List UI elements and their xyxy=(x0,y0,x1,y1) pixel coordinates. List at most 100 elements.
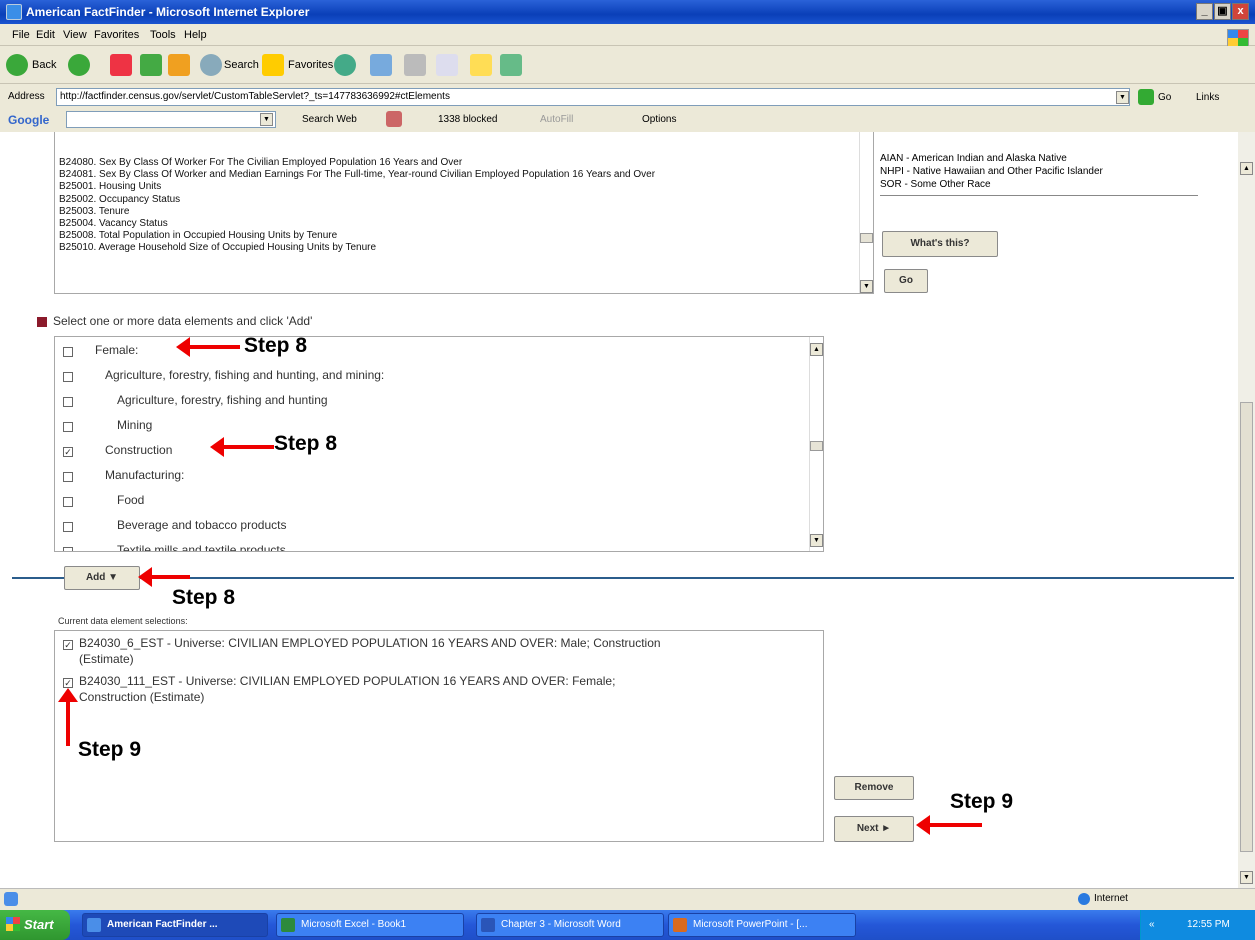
links-button[interactable]: Links xyxy=(1196,92,1219,103)
scroll-thumb[interactable] xyxy=(860,233,873,243)
search-button[interactable]: Search xyxy=(224,59,259,71)
taskbar-item-excel[interactable]: Microsoft Excel - Book1 xyxy=(276,913,464,937)
selection-item[interactable]: B24030_6_EST - Universe: CIVILIAN EMPLOY… xyxy=(55,635,815,667)
element-row-agriculture[interactable]: Agriculture, forestry, fishing and hunti… xyxy=(55,391,795,416)
go-button[interactable]: Go xyxy=(884,269,928,293)
selection-checkbox[interactable] xyxy=(63,640,73,650)
minimize-button[interactable]: _ xyxy=(1196,3,1213,20)
element-row-female[interactable]: Female: xyxy=(55,341,795,366)
menu-edit[interactable]: Edit xyxy=(36,29,55,41)
scroll-up-icon[interactable]: ▲ xyxy=(810,343,823,356)
menu-tools[interactable]: Tools xyxy=(150,29,176,41)
element-row-food[interactable]: Food xyxy=(55,491,795,516)
element-row-beverage[interactable]: Beverage and tobacco products xyxy=(55,516,795,541)
construction-checkbox[interactable] xyxy=(63,447,73,457)
back-arrow-icon[interactable] xyxy=(6,54,28,76)
home-icon[interactable] xyxy=(168,54,190,76)
word-icon xyxy=(481,918,495,932)
refresh-icon[interactable] xyxy=(140,54,162,76)
close-button[interactable]: x xyxy=(1232,3,1249,20)
element-label: Mining xyxy=(117,418,153,432)
element-checkbox[interactable] xyxy=(63,522,73,532)
scroll-up-icon[interactable]: ▲ xyxy=(1240,162,1253,175)
scroll-down-icon[interactable]: ▼ xyxy=(860,280,873,293)
menu-help[interactable]: Help xyxy=(184,29,207,41)
address-go-button[interactable]: Go xyxy=(1158,92,1171,103)
whats-this-button[interactable]: What's this? xyxy=(882,231,998,257)
element-label: Textile mills and textile products xyxy=(117,543,286,552)
back-button[interactable]: Back xyxy=(32,59,56,71)
search-icon[interactable] xyxy=(200,54,222,76)
taskbar-item-word[interactable]: Chapter 3 - Microsoft Word xyxy=(476,913,664,937)
favorites-button[interactable]: Favorites xyxy=(288,59,333,71)
google-search-input[interactable] xyxy=(66,111,276,128)
step9-label: Step 9 xyxy=(78,738,142,761)
scroll-down-icon[interactable]: ▼ xyxy=(810,534,823,547)
folder-icon[interactable] xyxy=(470,54,492,76)
google-search-web-button[interactable]: Search Web xyxy=(302,114,357,125)
taskbar-item-factfinder[interactable]: American FactFinder ... xyxy=(82,913,268,937)
menu-file[interactable]: File xyxy=(12,29,30,41)
google-dropdown-icon[interactable]: ▼ xyxy=(260,113,273,126)
tables-listbox[interactable]: B24080. Sex By Class Of Worker For The C… xyxy=(54,132,874,294)
element-checkbox[interactable] xyxy=(63,372,73,382)
autofill-button[interactable]: AutoFill xyxy=(540,114,573,125)
address-input[interactable]: http://factfinder.census.gov/servlet/Cus… xyxy=(56,88,1130,106)
history-icon[interactable] xyxy=(334,54,356,76)
list-item[interactable]: B25008. Total Population in Occupied Hou… xyxy=(59,230,873,242)
list-item[interactable]: B25003. Tenure xyxy=(59,206,873,218)
element-row-manufacturing[interactable]: Manufacturing: xyxy=(55,466,795,491)
google-options-button[interactable]: Options xyxy=(642,114,676,125)
list-item[interactable]: B25002. Occupancy Status xyxy=(59,194,873,206)
female-checkbox[interactable] xyxy=(63,347,73,357)
window-titlebar[interactable]: American FactFinder - Microsoft Internet… xyxy=(0,0,1255,24)
element-row-agriculture-mining[interactable]: Agriculture, forestry, fishing and hunti… xyxy=(55,366,795,391)
mail-icon[interactable] xyxy=(370,54,392,76)
scroll-thumb[interactable] xyxy=(1240,402,1253,852)
selection-checkbox[interactable] xyxy=(63,678,73,688)
element-checkbox[interactable] xyxy=(63,397,73,407)
add-button[interactable]: Add ▼ xyxy=(64,566,140,590)
list-item[interactable]: B25001. Housing Units xyxy=(59,181,873,193)
list-item[interactable]: B24080. Sex By Class Of Worker For The C… xyxy=(59,157,873,169)
next-button[interactable]: Next ► xyxy=(834,816,914,842)
list-item[interactable]: B25004. Vacancy Status xyxy=(59,218,873,230)
favorites-star-icon[interactable] xyxy=(262,54,284,76)
taskbar-item-powerpoint[interactable]: Microsoft PowerPoint - [... xyxy=(668,913,856,937)
element-checkbox[interactable] xyxy=(63,472,73,482)
element-row-textile[interactable]: Textile mills and textile products xyxy=(55,541,795,552)
edit-icon[interactable] xyxy=(436,54,458,76)
start-button[interactable]: Start xyxy=(0,910,70,940)
element-checkbox[interactable] xyxy=(63,422,73,432)
remove-button[interactable]: Remove xyxy=(834,776,914,800)
taskbar-label: Microsoft Excel - Book1 xyxy=(301,919,407,930)
messenger-icon[interactable] xyxy=(500,54,522,76)
forward-arrow-icon[interactable] xyxy=(68,54,90,76)
taskbar: Start American FactFinder ... Microsoft … xyxy=(0,910,1255,940)
scroll-thumb[interactable] xyxy=(810,441,823,451)
element-checkbox[interactable] xyxy=(63,497,73,507)
restore-button[interactable]: ▣ xyxy=(1214,3,1231,20)
list-item[interactable]: B24081. Sex By Class Of Worker and Media… xyxy=(59,169,873,181)
element-row-mining[interactable]: Mining xyxy=(55,416,795,441)
element-row-construction[interactable]: Construction xyxy=(55,441,795,466)
list-item[interactable]: B25010. Average Household Size of Occupi… xyxy=(59,242,873,254)
print-icon[interactable] xyxy=(404,54,426,76)
data-elements-listbox[interactable]: Female: Agriculture, forestry, fishing a… xyxy=(54,336,824,552)
popup-blocked-counter[interactable]: 1338 blocked xyxy=(438,114,498,125)
legend-item: SOR - Some Other Race xyxy=(880,179,991,190)
menu-favorites[interactable]: Favorites xyxy=(94,29,139,41)
elements-scrollbar[interactable]: ▲ ▼ xyxy=(809,337,823,551)
menu-view[interactable]: View xyxy=(63,29,87,41)
window-scrollbar[interactable]: ▲ ▼ xyxy=(1238,132,1255,888)
selection-text: B24030_111_EST - Universe: CIVILIAN EMPL… xyxy=(79,674,616,688)
tables-scrollbar[interactable]: ▼ xyxy=(859,132,873,293)
address-dropdown-icon[interactable]: ▼ xyxy=(1116,91,1129,104)
tray-expand-icon[interactable]: « xyxy=(1149,910,1155,940)
go-arrow-icon[interactable] xyxy=(1138,89,1154,105)
scroll-down-icon[interactable]: ▼ xyxy=(1240,871,1253,884)
selection-item[interactable]: B24030_111_EST - Universe: CIVILIAN EMPL… xyxy=(55,673,815,705)
stop-icon[interactable] xyxy=(110,54,132,76)
element-checkbox[interactable] xyxy=(63,547,73,551)
google-logo[interactable]: Google xyxy=(8,113,49,127)
